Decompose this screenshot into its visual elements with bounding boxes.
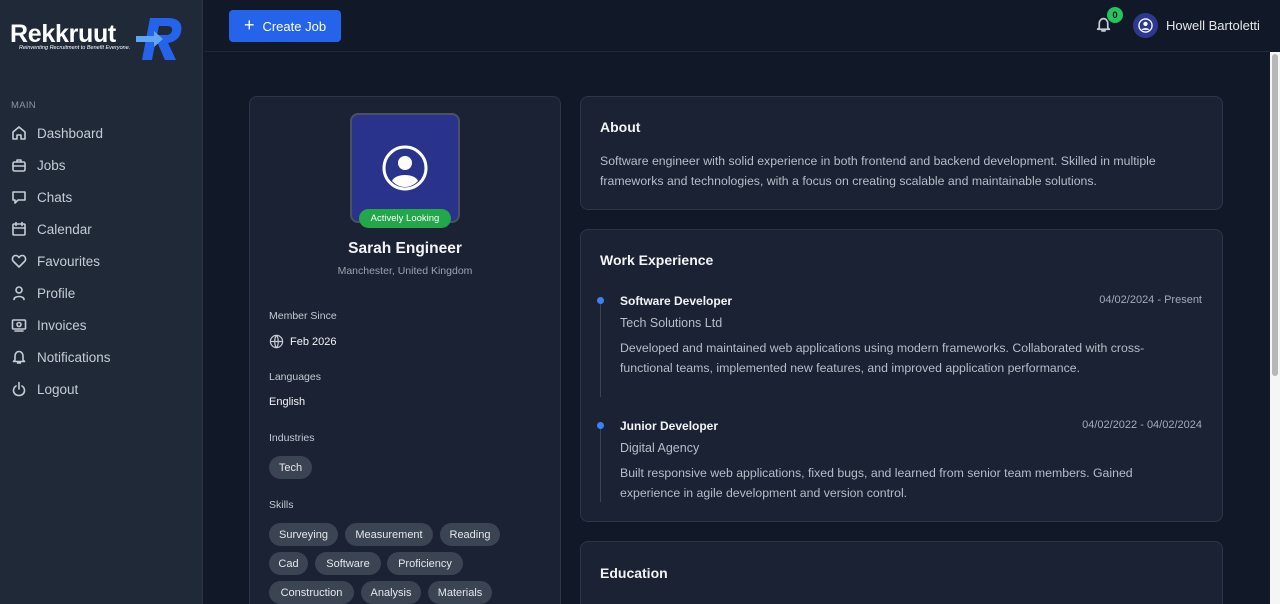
home-icon: [11, 125, 27, 141]
job-description: Built responsive web applications, fixed…: [620, 466, 1133, 500]
sidebar-item-invoices[interactable]: Invoices: [0, 309, 203, 341]
sidebar-item-notifications[interactable]: Notifications: [0, 341, 203, 373]
job-company: Tech Solutions Ltd: [620, 316, 723, 330]
user-avatar-icon: [1133, 13, 1158, 38]
sidebar-item-profile[interactable]: Profile: [0, 277, 203, 309]
notification-count-badge: 0: [1107, 7, 1123, 23]
skills-label: Skills: [269, 499, 294, 511]
scrollbar-thumb[interactable]: [1272, 54, 1278, 376]
user-menu[interactable]: Howell Bartoletti: [1133, 13, 1260, 38]
sidebar-item-label: Invoices: [37, 317, 87, 333]
job-dates: 04/02/2022 - 04/02/2024: [1082, 419, 1202, 431]
member-since-date: Feb 2026: [290, 335, 337, 348]
user-icon: [11, 285, 27, 301]
user-circle-icon: [382, 145, 428, 191]
job-description: Developed and maintained web application…: [620, 341, 1145, 375]
sidebar-nav: Dashboard Jobs Chats Calendar Favourites…: [0, 117, 203, 405]
brand-logo[interactable]: Rekkruut Reinventing Recruitment to Bene…: [10, 14, 190, 66]
skill-chip: Materials: [428, 581, 492, 604]
brand-r-mark-icon: [136, 18, 182, 60]
skill-chip: Measurement: [345, 523, 433, 546]
profile-location: Manchester, United Kingdom: [337, 265, 473, 277]
languages-value: English: [269, 396, 306, 408]
briefcase-icon: [11, 157, 27, 173]
member-since-value: Feb 2026: [269, 334, 336, 349]
sidebar-item-chats[interactable]: Chats: [0, 181, 203, 213]
about-title: About: [600, 119, 641, 135]
skill-chip: Surveying: [269, 523, 338, 546]
profile-photo: [350, 113, 460, 223]
globe-icon: [269, 334, 284, 349]
skill-chip: Software: [315, 552, 381, 575]
sidebar-item-jobs[interactable]: Jobs: [0, 149, 203, 181]
sidebar-item-label: Notifications: [37, 349, 111, 365]
status-badge: Actively Looking: [359, 209, 451, 228]
work-experience-card: Work Experience Software Developer 04/02…: [580, 229, 1223, 522]
brand-tagline: Reinventing Recruitment to Benefit Every…: [19, 45, 131, 51]
timeline-line: [600, 303, 601, 397]
profile-card: Actively Looking Sarah Engineer Manchest…: [249, 96, 561, 604]
sidebar: Rekkruut Reinventing Recruitment to Bene…: [0, 0, 203, 604]
sidebar-item-label: Chats: [37, 189, 73, 205]
profile-name: Sarah Engineer: [348, 240, 462, 257]
sidebar-section-main: MAIN: [11, 100, 36, 111]
sidebar-item-label: Favourites: [37, 253, 101, 269]
create-job-button[interactable]: + Create Job: [229, 10, 341, 42]
industries-label: Industries: [269, 432, 315, 444]
timeline-line: [600, 428, 601, 502]
heart-icon: [11, 253, 27, 269]
about-card: About Software engineer with solid exper…: [580, 96, 1223, 210]
work-experience-title: Work Experience: [600, 252, 714, 268]
timeline-dot: [597, 422, 604, 429]
page-scrollbar[interactable]: [1270, 52, 1280, 604]
education-title: Education: [600, 565, 668, 581]
skill-chip: Proficiency: [387, 552, 463, 575]
calendar-icon: [11, 221, 27, 237]
plus-icon: +: [243, 15, 255, 35]
chat-icon: [11, 189, 27, 205]
job-title: Junior Developer: [620, 419, 719, 433]
job-dates: 04/02/2024 - Present: [1099, 294, 1202, 306]
create-job-label: Create Job: [262, 18, 327, 34]
sidebar-item-label: Profile: [37, 285, 76, 301]
sidebar-item-favourites[interactable]: Favourites: [0, 245, 203, 277]
bell-icon: [11, 349, 27, 365]
timeline-dot: [597, 297, 604, 304]
industry-chip: Tech: [269, 456, 312, 479]
skill-chip: Construction: [269, 581, 354, 604]
sidebar-item-label: Jobs: [37, 157, 66, 173]
logout-icon: [11, 381, 27, 397]
sidebar-item-dashboard[interactable]: Dashboard: [0, 117, 203, 149]
sidebar-item-label: Calendar: [37, 221, 92, 237]
job-title: Software Developer: [620, 294, 733, 308]
skill-chip: Analysis: [361, 581, 421, 604]
sidebar-item-logout[interactable]: Logout: [0, 373, 203, 405]
education-card: Education: [580, 541, 1223, 604]
skill-chip: Reading: [440, 523, 500, 546]
invoice-icon: [11, 317, 27, 333]
skill-chip: Cad: [269, 552, 308, 575]
about-text: Software engineer with solid experience …: [600, 154, 1156, 188]
member-since-label: Member Since: [269, 310, 337, 322]
sidebar-item-calendar[interactable]: Calendar: [0, 213, 203, 245]
user-name: Howell Bartoletti: [1166, 18, 1260, 33]
sidebar-item-label: Dashboard: [37, 125, 104, 141]
job-company: Digital Agency: [620, 441, 700, 455]
sidebar-item-label: Logout: [37, 381, 79, 397]
top-bar: + Create Job 0 Howell Bartoletti: [204, 0, 1270, 52]
languages-label: Languages: [269, 371, 321, 383]
